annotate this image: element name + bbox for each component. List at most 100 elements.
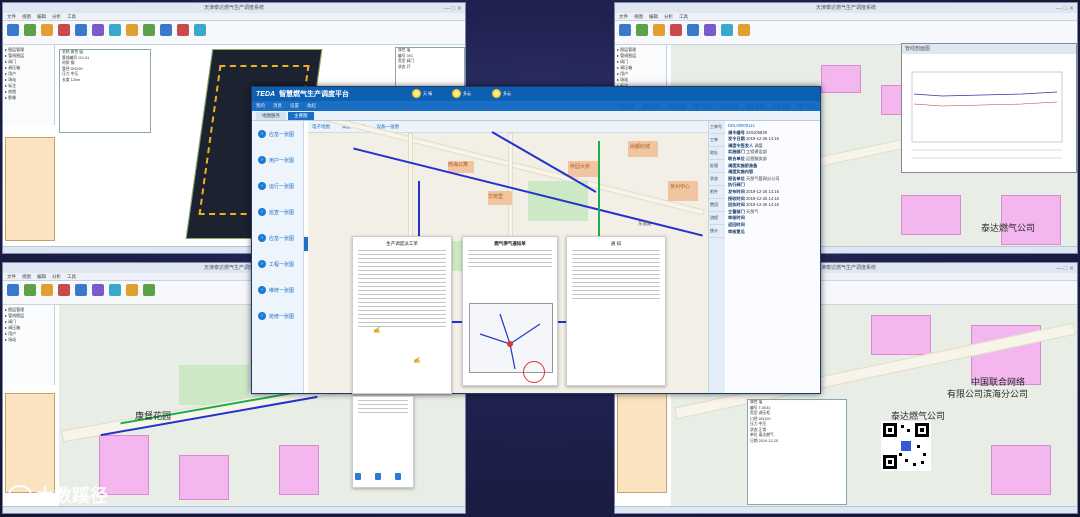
tab-map-service[interactable]: 地图服务: [256, 112, 286, 120]
sidebar-icon: ›: [258, 130, 266, 138]
detail-key: 审核时间: [728, 215, 745, 221]
work-order-tabs: 工单号 工单 地址 处理 状态 附件 费用 流程 统计: [709, 121, 725, 393]
module-item[interactable]: 气源场景: [616, 104, 634, 110]
profile-chart: [911, 71, 1063, 159]
layer-tree[interactable]: ▸ 图层管理 ▸ 管线图层 ▸ 阀门 ▸ 调压箱 ▸ 用户 ▸ 场站 ▸ 标注 ▸ 底图 ▸ 影…: [3, 45, 55, 125]
minimap[interactable]: [5, 137, 55, 241]
ribbon-toolbar[interactable]: [615, 21, 1077, 45]
detail-row: 调令编号 220105839: [728, 130, 817, 137]
qr-code: [881, 421, 931, 471]
detail-key: 调度实施前准备: [728, 162, 758, 168]
window-title-bar: 天津泰达燃气生产调度系统 — □ ✕: [3, 3, 465, 13]
attribute-panel[interactable]: 属性 值编号 T-0031 类型 调压柜 口径 DN100 压力 中压 状态 正常 单位 …: [747, 399, 847, 505]
detail-key: 回执时间: [728, 202, 745, 208]
sidebar-label: 维修一张图: [269, 287, 295, 294]
detail-key: 调度令签发人: [728, 142, 754, 148]
weather-text: 多云: [463, 90, 471, 96]
panel-tab[interactable]: 处理: [709, 160, 725, 173]
sidebar-item[interactable]: › 抢修一张图: [252, 303, 303, 329]
watermark-logo-icon: [8, 485, 32, 505]
detail-value: 2019-12-25 14:16: [745, 202, 779, 208]
sidebar-label: 巡查一张图: [269, 209, 295, 216]
window-controls[interactable]: — □ ✕: [1056, 4, 1074, 14]
menu-item[interactable]: 设置: [290, 103, 299, 109]
map-layer-select[interactable]: 电子地图: [312, 124, 330, 130]
panel-tab[interactable]: 统计: [709, 225, 725, 238]
detail-row: 发布时间 2019-12-25 14:16: [728, 189, 817, 196]
minimap[interactable]: [617, 393, 667, 493]
menu-item[interactable]: 消息: [273, 103, 282, 109]
ribbon-toolbar[interactable]: [3, 21, 465, 45]
sidebar-icon: ›: [258, 234, 266, 242]
detail-value: 2019-12-25 14:16: [745, 188, 779, 194]
sidebar-item[interactable]: › 用户一张图: [252, 147, 303, 173]
document-title: 燃气停气通知单: [494, 241, 526, 246]
panel-tab[interactable]: 附件: [709, 186, 725, 199]
detail-value: 2019-12-25 14:16: [745, 136, 779, 142]
menu-item[interactable]: 我的: [256, 103, 265, 109]
sidebar-item[interactable]: › 巡查一张图: [252, 199, 303, 225]
ribbon-tabs[interactable]: 文件视图编辑分析工具: [3, 13, 465, 21]
detail-row: 实施部门 工程建设部: [728, 149, 817, 156]
notice-document[interactable]: 通 知: [566, 236, 666, 386]
panel-tab[interactable]: 工单: [709, 134, 725, 147]
map-label: 康督花园: [135, 412, 172, 422]
detail-key: 调令编号: [728, 129, 745, 135]
map-label: 有限公司滨海分公司: [947, 390, 1029, 400]
form-action-button[interactable]: ​: [395, 473, 401, 480]
main-header: TEDA 智慧燃气生产调度平台 天 晴 多云 多云: [252, 87, 820, 101]
profile-chart-window[interactable]: 管线剖面图: [901, 43, 1077, 173]
form-action-button[interactable]: ​: [355, 473, 361, 480]
tab-main-map[interactable]: 主要图: [288, 112, 314, 120]
sun-icon: [412, 89, 421, 98]
module-item[interactable]: 场站场景: [642, 104, 660, 110]
handwritten-signature: ✍: [413, 357, 421, 364]
map-label: 东丽路: [638, 221, 652, 226]
gas-outage-notice-document[interactable]: 燃气停气通知单: [462, 236, 558, 386]
map-label: 京州中心: [670, 184, 691, 190]
window-controls[interactable]: — □ ✕: [1056, 264, 1074, 274]
weather-text: 多云: [503, 90, 511, 96]
layer-tree[interactable]: ▸ 图层管理 ▸ 管线图层 ▸ 阀门 ▸ 调压箱 ▸ 用户 ▸ 场站: [3, 305, 55, 385]
module-item[interactable]: 综合管理: [746, 104, 764, 110]
map-label: 尚都欣城: [630, 144, 651, 150]
detail-row: 联合单位 运营服务部: [728, 156, 817, 163]
detail-value: 2019-12-25 14:16: [745, 195, 779, 201]
attribute-panel[interactable]: 名称 属性 值管线编号 GX-01 材质 钢管径 DN200 压力 中压 长度 120…: [59, 49, 151, 133]
panel-tab[interactable]: 流程: [709, 212, 725, 225]
menu-item[interactable]: 收起: [307, 103, 316, 109]
detail-value: 220105839: [745, 129, 767, 135]
detail-key: 返回时间: [728, 221, 745, 227]
dispatch-work-order-document[interactable]: 生产调度派工单 ✍ ✍: [352, 236, 452, 394]
detail-key: 执行阀门: [728, 182, 745, 188]
platform-title: 智慧燃气生产调度平台: [279, 91, 350, 98]
module-item[interactable]: 用户管理: [798, 104, 816, 110]
sun-icon: [492, 89, 501, 98]
panel-tab[interactable]: 状态: [709, 173, 725, 186]
chart-title: 管线剖面图: [905, 46, 931, 52]
sidebar-icon: ›: [258, 156, 266, 164]
watermark-text: 大数蹊径: [36, 486, 108, 507]
map-label: 南海公寓: [448, 162, 469, 168]
panel-tab[interactable]: 费用: [709, 199, 725, 212]
sidebar-item[interactable]: › 应急一张图: [252, 225, 303, 251]
sidebar-item[interactable]: › 工程一张图: [252, 251, 303, 277]
ribbon-tabs[interactable]: 文件视图编辑分析工具: [615, 13, 1077, 21]
detail-row: 执行阀门: [728, 182, 817, 189]
minimap[interactable]: [5, 393, 55, 493]
sidebar-item[interactable]: › 运行一张图: [252, 173, 303, 199]
document-title: 通 知: [610, 241, 622, 246]
sidebar-item[interactable]: › 维修一张图: [252, 277, 303, 303]
module-item[interactable]: 运检管理: [720, 104, 738, 110]
module-item[interactable]: 管线管理: [668, 104, 686, 110]
detail-row: 审核意见: [728, 229, 817, 236]
sidebar-item[interactable]: › 应急一张图: [252, 121, 303, 147]
panel-tab[interactable]: 工单号: [709, 121, 725, 134]
sidebar-label: 工程一张图: [269, 261, 295, 268]
panel-tab[interactable]: 地址: [709, 147, 725, 160]
form-action-button[interactable]: ​: [375, 473, 381, 480]
module-item[interactable]: 用户管理: [694, 104, 712, 110]
side-form-panel[interactable]: ​ ​ ​: [352, 396, 414, 488]
module-item[interactable]: 设备管理: [772, 104, 790, 110]
window-controls[interactable]: — □ ✕: [444, 4, 462, 14]
